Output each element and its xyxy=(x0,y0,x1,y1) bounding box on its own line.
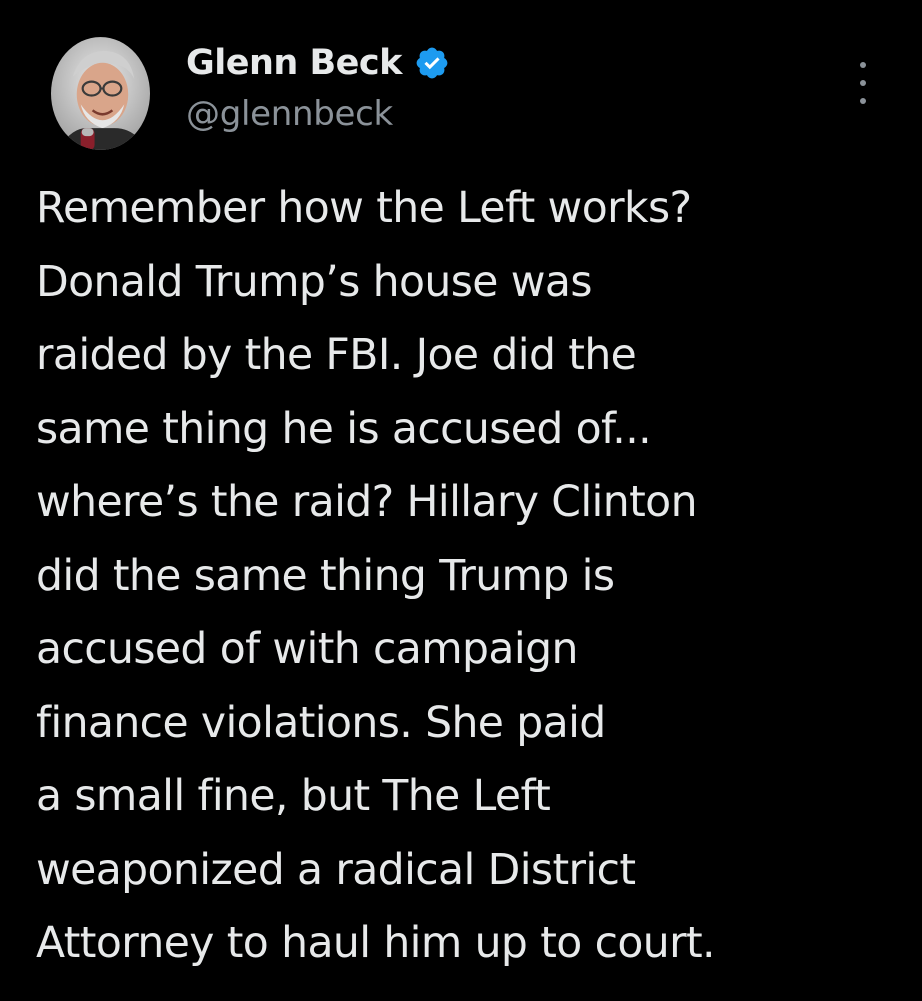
author-display-name[interactable]: Glenn Beck xyxy=(186,43,402,83)
author-name-row: Glenn Beck xyxy=(186,38,450,88)
more-dot xyxy=(860,80,866,86)
avatar-image xyxy=(51,37,150,150)
verified-badge-icon[interactable] xyxy=(414,45,450,81)
more-options-icon[interactable] xyxy=(848,62,878,104)
tweet-text: Remember how the Left works? Donald Trum… xyxy=(36,184,716,968)
more-dot xyxy=(860,98,866,104)
author-handle[interactable]: @glennbeck xyxy=(186,94,393,134)
more-dot xyxy=(860,62,866,68)
tweet-card[interactable]: Glenn Beck @glennbeck Remember how the L… xyxy=(0,0,922,1001)
author-avatar[interactable] xyxy=(51,37,150,150)
